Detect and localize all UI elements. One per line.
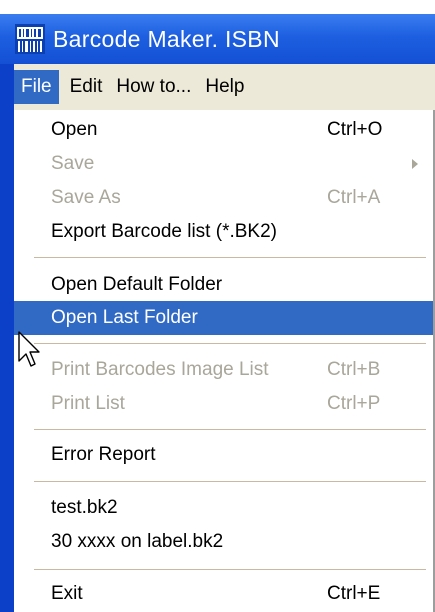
menu-item-shortcut: Ctrl+E: [327, 583, 381, 604]
menu-item-label: Save: [51, 153, 95, 174]
top-strip: [0, 0, 435, 14]
menu-item-label: Open: [51, 119, 98, 140]
submenu-arrow-icon: [412, 159, 418, 169]
menu-item-open[interactable]: Open Ctrl+O: [14, 113, 433, 147]
barcode-app-icon: [15, 24, 45, 54]
mouse-pointer-icon: [18, 331, 40, 367]
menu-item-label: Exit: [51, 583, 83, 604]
menu-item-label: Export Barcode list (*.BK2): [51, 221, 277, 242]
menu-help[interactable]: Help: [198, 70, 251, 104]
menu-item-shortcut: Ctrl+B: [327, 359, 381, 380]
menu-separator: [34, 429, 426, 431]
menu-item-print-list[interactable]: Print List Ctrl+P: [14, 387, 433, 421]
menu-bar: File Edit How to... Help: [14, 64, 435, 110]
window-frame-edge: [0, 64, 14, 612]
menu-item-label: Open Last Folder: [51, 307, 198, 328]
menu-item-print-barcodes-image-list[interactable]: Print Barcodes Image List Ctrl+B: [14, 353, 433, 387]
menu-separator: [34, 343, 426, 345]
menu-item-label: Error Report: [51, 444, 156, 465]
menu-item-label: Print Barcodes Image List: [51, 359, 269, 380]
menu-item-shortcut: Ctrl+O: [327, 119, 383, 140]
menu-how-to[interactable]: How to...: [109, 70, 198, 104]
menu-item-shortcut: Ctrl+P: [327, 393, 381, 414]
menu-separator: [34, 257, 426, 259]
title-bar[interactable]: Barcode Maker. ISBN: [0, 14, 435, 64]
menu-item-recent-file[interactable]: 30 xxxx on label.bk2: [14, 525, 433, 559]
window-title: Barcode Maker. ISBN: [53, 25, 280, 52]
menu-item-shortcut: Ctrl+A: [327, 187, 381, 208]
menu-edit[interactable]: Edit: [63, 70, 110, 104]
menu-item-recent-file[interactable]: test.bk2: [14, 491, 433, 525]
menu-file[interactable]: File: [14, 70, 59, 104]
file-menu-dropdown: Open Ctrl+O Save Save As Ctrl+A Export B…: [14, 110, 435, 612]
menu-item-label: 30 xxxx on label.bk2: [51, 531, 224, 552]
menu-item-error-report[interactable]: Error Report: [14, 438, 433, 472]
menu-item-label: test.bk2: [51, 497, 118, 518]
menu-item-save-as[interactable]: Save As Ctrl+A: [14, 181, 433, 215]
menu-item-open-default-folder[interactable]: Open Default Folder: [14, 268, 433, 302]
menu-item-save[interactable]: Save: [14, 147, 433, 181]
menu-item-open-last-folder[interactable]: Open Last Folder: [14, 301, 433, 335]
menu-item-label: Save As: [51, 187, 121, 208]
menu-item-exit[interactable]: Exit Ctrl+E: [14, 577, 433, 611]
menu-item-label: Open Default Folder: [51, 274, 223, 295]
menu-separator: [34, 481, 426, 483]
menu-item-export-barcode-list[interactable]: Export Barcode list (*.BK2): [14, 215, 433, 249]
menu-item-label: Print List: [51, 393, 125, 414]
menu-separator: [34, 569, 426, 571]
